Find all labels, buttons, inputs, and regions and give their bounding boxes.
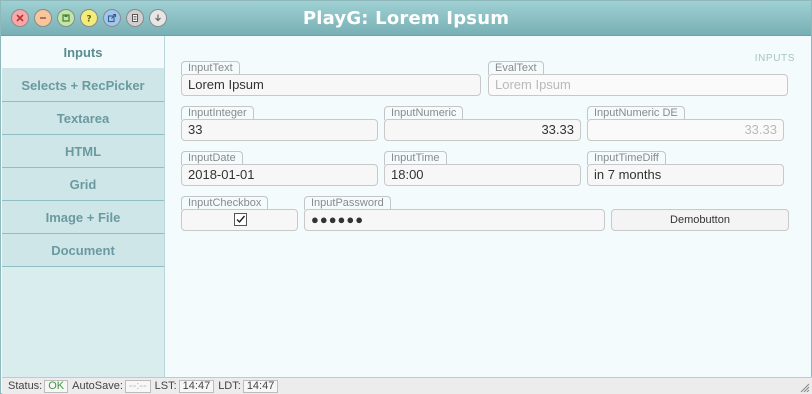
- input-time-input[interactable]: 18:00: [384, 164, 581, 186]
- input-text-input[interactable]: Lorem Ipsum: [181, 74, 481, 96]
- eval-text-input: Lorem Ipsum: [488, 74, 788, 96]
- input-time-diff-input[interactable]: in 7 months: [587, 164, 784, 186]
- status-value: OK: [44, 379, 69, 393]
- resize-grip-icon[interactable]: [798, 381, 810, 393]
- ldt-label: LDT:: [218, 380, 241, 392]
- sidebar-item-image-file[interactable]: Image + File: [2, 201, 164, 234]
- input-numeric-field: InputNumeric 33.33: [384, 106, 581, 142]
- window-title: PlayG: Lorem Ipsum: [302, 8, 510, 29]
- status-bar: Status: OK AutoSave: --:-- LST: 14:47 LD…: [2, 377, 812, 394]
- input-date-label: InputDate: [181, 151, 243, 165]
- input-numeric-de-input: 33.33: [587, 119, 784, 141]
- input-numeric-de-label: InputNumeric DE: [587, 106, 685, 120]
- lst-value: 14:47: [178, 379, 215, 393]
- input-checkbox-label: InputCheckbox: [181, 196, 269, 210]
- input-checkbox-box: [181, 209, 298, 231]
- app-window: ? PlayG: Lorem Ipsum Inputs Selects + Re…: [0, 0, 812, 394]
- input-numeric-input[interactable]: 33.33: [384, 119, 581, 141]
- input-password-label: InputPassword: [304, 196, 391, 210]
- checkbox[interactable]: [233, 213, 247, 226]
- demo-button[interactable]: Demobutton: [611, 209, 789, 231]
- sidebar-item-inputs[interactable]: Inputs: [2, 36, 164, 69]
- status-label: Status:: [8, 380, 43, 392]
- input-text-label: InputText: [181, 61, 240, 75]
- input-time-diff-label: InputTimeDiff: [587, 151, 666, 165]
- autosave-value: --:--: [124, 379, 151, 393]
- input-password-input[interactable]: ●●●●●●: [304, 209, 605, 231]
- sidebar-item-textarea[interactable]: Textarea: [2, 102, 164, 135]
- sidebar-item-grid[interactable]: Grid: [2, 168, 164, 201]
- input-numeric-de-field: InputNumeric DE 33.33: [587, 106, 784, 142]
- input-integer-field: InputInteger 33: [181, 106, 378, 142]
- sidebar: Inputs Selects + RecPicker Textarea HTML…: [2, 36, 165, 377]
- lst-label: LST:: [154, 380, 177, 392]
- input-time-label: InputTime: [384, 151, 447, 165]
- main-panel: INPUTS InputText Lorem Ipsum EvalText Lo…: [165, 36, 811, 377]
- input-date-field: InputDate 2018-01-01: [181, 151, 378, 187]
- sidebar-item-document[interactable]: Document: [2, 234, 164, 267]
- input-text-field: InputText Lorem Ipsum: [181, 61, 481, 97]
- sidebar-item-html[interactable]: HTML: [2, 135, 164, 168]
- sidebar-item-selects-recpicker[interactable]: Selects + RecPicker: [2, 69, 164, 102]
- input-time-field: InputTime 18:00: [384, 151, 581, 187]
- input-password-field: InputPassword ●●●●●●: [304, 196, 605, 232]
- title-bar: ? PlayG: Lorem Ipsum: [1, 1, 811, 36]
- input-checkbox-field: InputCheckbox: [181, 196, 298, 232]
- autosave-label: AutoSave:: [72, 380, 123, 392]
- input-date-input[interactable]: 2018-01-01: [181, 164, 378, 186]
- ldt-value: 14:47: [242, 379, 279, 393]
- input-integer-label: InputInteger: [181, 106, 254, 120]
- input-time-diff-field: InputTimeDiff in 7 months: [587, 151, 784, 187]
- eval-text-label: EvalText: [488, 61, 544, 75]
- input-integer-input[interactable]: 33: [181, 119, 378, 141]
- checkmark-icon: [236, 215, 245, 224]
- input-numeric-label: InputNumeric: [384, 106, 464, 120]
- eval-text-field: EvalText Lorem Ipsum: [488, 61, 788, 97]
